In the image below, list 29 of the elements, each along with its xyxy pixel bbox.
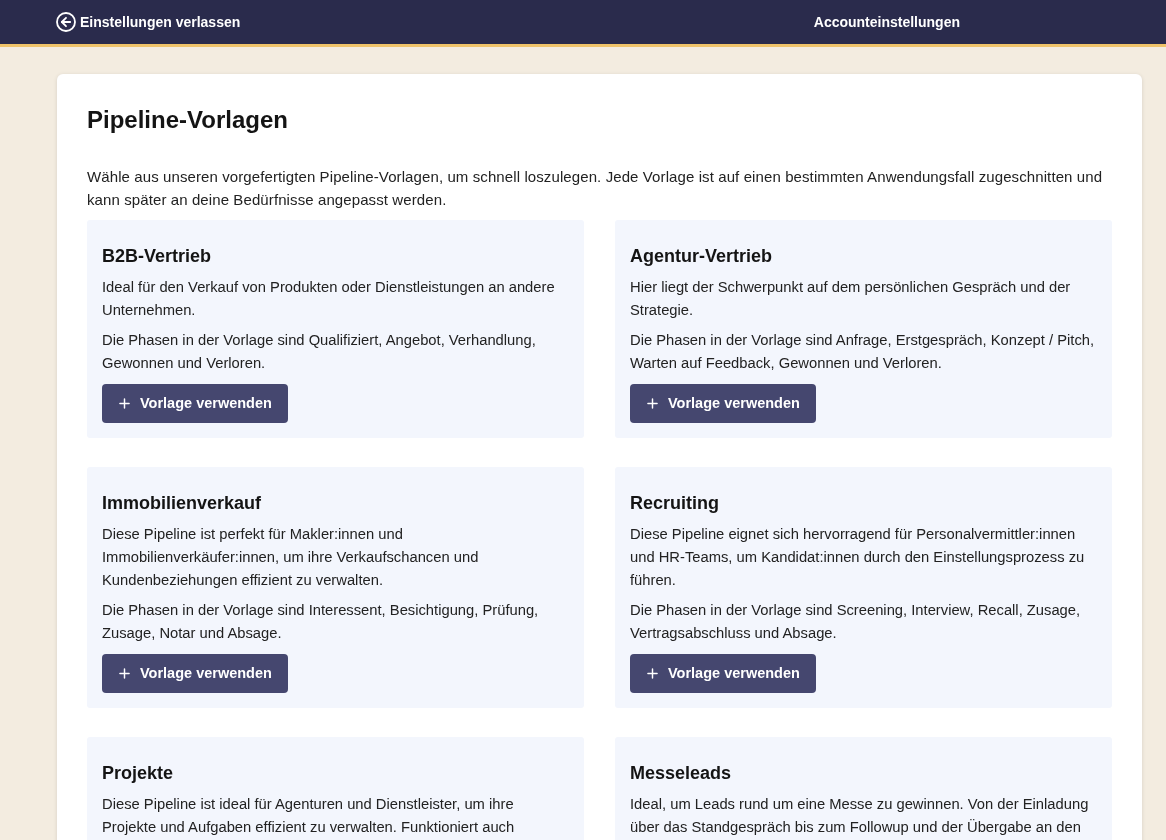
plus-icon — [119, 668, 130, 679]
exit-settings-link[interactable]: Einstellungen verlassen — [56, 11, 241, 33]
page-title: Pipeline-Vorlagen — [87, 105, 289, 135]
template-title: Recruiting — [630, 492, 720, 515]
use-template-button[interactable]: Vorlage verwenden — [630, 654, 816, 693]
header-title: Accounteinstellungen — [813, 12, 960, 32]
plus-icon — [647, 398, 658, 409]
template-phases: Die Phasen in der Vorlage sind Screening, Interview, Recall, Zusage, Vertragsabschluss und Absage. — [630, 601, 1082, 643]
circle-arrow-left-icon — [56, 12, 76, 32]
template-phases: Die Phasen in der Vorlage sind Anfrage, Erstgespräch, Konzept / Pitch, Warten auf Feedback, Gewonnen und Verloren. — [630, 331, 1096, 373]
template-description: Ideal für den Verkauf von Produkten oder Dienstleistungen an andere Unternehmen. — [102, 278, 556, 320]
template-description: Ideal, um Leads rund um eine Messe zu gewinnen. Von der Einladung über das Standgespräch bis zum Followup und der Übergabe an den — [630, 795, 1090, 837]
plus-icon — [119, 398, 130, 409]
plus-icon — [647, 668, 658, 679]
template-title: Agentur-Vertrieb — [630, 245, 774, 268]
template-description: Hier liegt der Schwerpunkt auf dem persönlichen Gespräch und der Strategie. — [630, 278, 1072, 320]
use-template-button[interactable]: Vorlage verwenden — [102, 654, 288, 693]
template-title: Messeleads — [630, 762, 733, 785]
template-title: Projekte — [102, 762, 175, 785]
use-template-button[interactable]: Vorlage verwenden — [102, 384, 288, 423]
use-template-button[interactable]: Vorlage verwenden — [630, 384, 816, 423]
template-description: Diese Pipeline ist ideal für Agenturen und Dienstleister, um ihre Projekte und Aufgaben effizient zu verwalten. Funktioniert auch — [102, 795, 516, 837]
template-phases: Die Phasen in der Vorlage sind Qualifiziert, Angebot, Verhandlung, Gewonnen und Verloren. — [102, 331, 537, 373]
template-title: B2B-Vertrieb — [102, 245, 213, 268]
template-title: Immobilienverkauf — [102, 492, 263, 515]
template-description: Diese Pipeline eignet sich hervorragend für Personalvermittler:innen und HR-Teams, um Kandidat:innen durch den Einstellungsprozess zu führen. — [630, 525, 1086, 590]
intro-text: Wähle aus unseren vorgefertigten Pipeline-Vorlagen, um schnell loszulegen. Jede Vorlage ist auf einen bestimmten Anwendungsfall zugeschnitten und kann später an deine Bedürfnisse angepasst werden. — [87, 167, 1104, 210]
template-phases: Die Phasen in der Vorlage sind Interessent, Besichtigung, Prüfung, Zusage, Notar und Absage. — [102, 601, 540, 643]
template-description: Diese Pipeline ist perfekt für Makler:innen und Immobilienverkäufer:innen, um ihre Verkaufschancen und Kundenbeziehungen effizient zu verwalten. — [102, 525, 480, 590]
